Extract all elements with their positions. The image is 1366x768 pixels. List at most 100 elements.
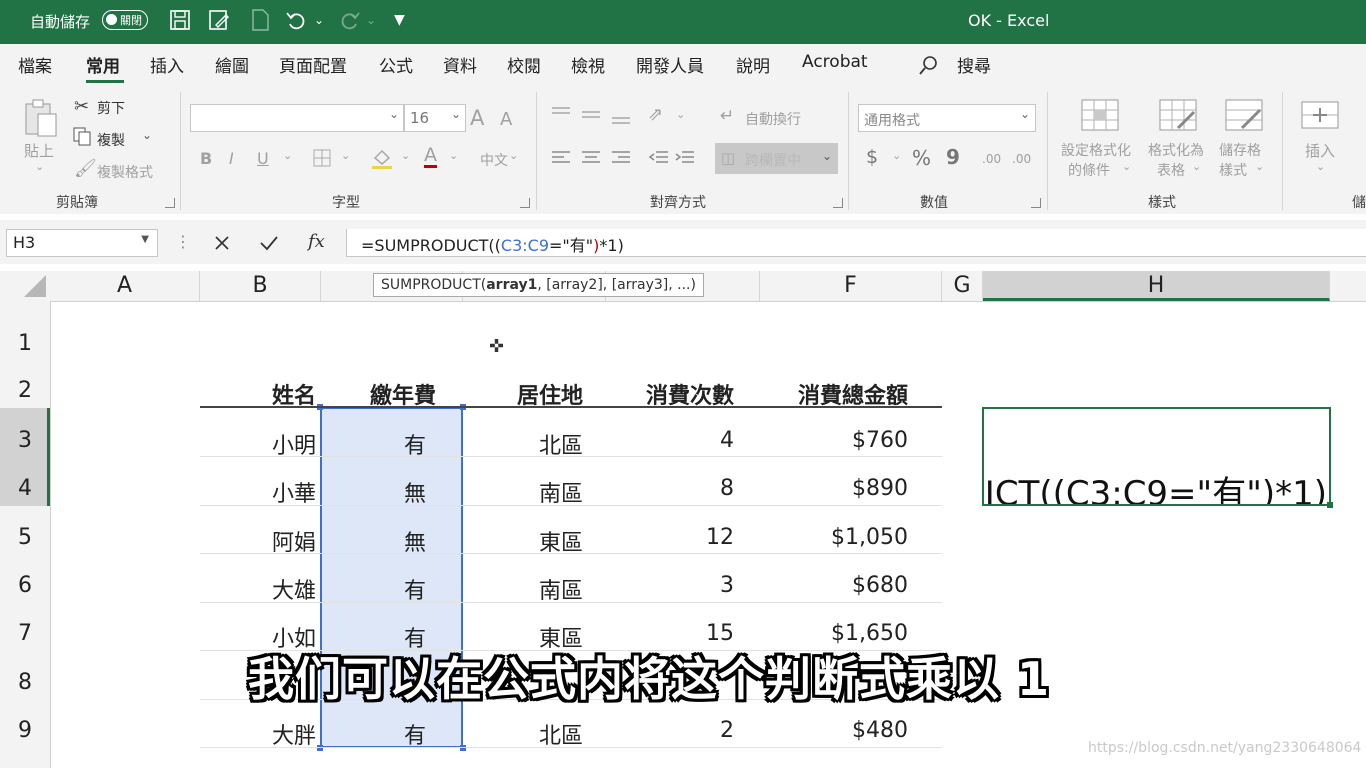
fill-handle[interactable]	[1327, 502, 1333, 508]
insert-cells-label[interactable]: 插入	[1305, 140, 1335, 161]
font-launcher-icon[interactable]	[520, 198, 530, 208]
tab-view[interactable]: 檢視	[571, 52, 605, 77]
conditional-chevron-icon[interactable]: ⌄	[1122, 160, 1131, 173]
align-top-icon[interactable]	[550, 104, 630, 132]
copy-label[interactable]: 複製	[97, 130, 125, 150]
name-box[interactable]: H3 ▼	[6, 229, 158, 257]
active-cell-h3[interactable]: JCT((C3:C9="有")*1)	[982, 407, 1331, 506]
cell-styles-chevron-icon[interactable]: ⌄	[1255, 160, 1264, 173]
borders-icon[interactable]	[312, 148, 332, 172]
insert-cells-chevron-icon[interactable]: ⌄	[1316, 160, 1325, 173]
format-as-table-icon[interactable]	[1158, 98, 1198, 136]
cell-total[interactable]: $890	[852, 476, 908, 501]
cut-icon[interactable]: ✂	[74, 96, 89, 117]
indent-icon[interactable]	[648, 148, 700, 174]
orientation-chevron-icon[interactable]: ⌄	[676, 108, 685, 121]
increase-decimal-button[interactable]: .00	[982, 152, 1001, 166]
decrease-decimal-button[interactable]: .00	[1012, 152, 1031, 166]
cell-region[interactable]: 南區	[539, 573, 583, 605]
cell-visits[interactable]: 2	[720, 718, 734, 743]
paste-dropdown-chevron-icon[interactable]: ⌄	[35, 160, 44, 173]
cell-region[interactable]: 北區	[539, 718, 583, 750]
cell-region[interactable]: 南區	[539, 476, 583, 508]
conditional-formatting-label-1[interactable]: 設定格式化	[1061, 140, 1131, 160]
select-all-corner[interactable]	[0, 271, 50, 301]
customize-toolbar-icon[interactable]: ▼	[394, 12, 405, 28]
orientation-icon[interactable]: ⇗	[648, 104, 663, 125]
cell-visits[interactable]: 12	[706, 525, 734, 550]
search-icon[interactable]	[918, 54, 940, 80]
row-header-2[interactable]: 2	[0, 378, 50, 403]
shrink-font-icon[interactable]: A	[500, 109, 512, 130]
row-header-9[interactable]: 9	[0, 718, 50, 743]
undo-dropdown-chevron-icon[interactable]: ⌄	[314, 13, 324, 27]
save-edit-icon[interactable]	[207, 9, 231, 33]
clipboard-launcher-icon[interactable]	[165, 198, 175, 208]
number-launcher-icon[interactable]	[1031, 198, 1041, 208]
format-as-table-chevron-icon[interactable]: ⌄	[1192, 160, 1201, 173]
enter-check-icon[interactable]	[259, 235, 279, 255]
column-header-h[interactable]: H	[983, 271, 1330, 301]
column-header-b[interactable]: B	[200, 271, 321, 301]
conditional-formatting-label-2[interactable]: 的條件	[1068, 160, 1110, 180]
cell-name[interactable]: 大雄	[272, 573, 316, 605]
currency-button[interactable]: $	[866, 146, 878, 168]
autosave-toggle[interactable]: 關閉	[102, 10, 148, 30]
function-argument-tooltip[interactable]: SUMPRODUCT(array1, [array2], [array3], .…	[373, 273, 704, 297]
alignment-launcher-icon[interactable]	[833, 198, 843, 208]
tab-help[interactable]: 說明	[736, 52, 770, 77]
cell-total[interactable]: $760	[852, 428, 908, 453]
tab-developer[interactable]: 開發人員	[636, 52, 704, 77]
fill-color-icon[interactable]	[370, 146, 394, 174]
cell-total[interactable]: $1,050	[831, 525, 908, 550]
font-color-chevron-icon[interactable]: ⌄	[449, 149, 458, 162]
format-painter-icon[interactable]: 🖌	[74, 158, 97, 179]
underline-chevron-icon[interactable]: ⌄	[283, 149, 292, 162]
cell-styles-label-2[interactable]: 樣式	[1219, 160, 1247, 180]
undo-icon[interactable]	[284, 9, 308, 33]
copy-dropdown-chevron-icon[interactable]: ⌄	[142, 128, 152, 142]
font-color-icon[interactable]: A	[424, 145, 437, 168]
tab-review[interactable]: 校閱	[507, 52, 541, 77]
format-as-table-label-1[interactable]: 格式化為	[1148, 140, 1204, 160]
percent-button[interactable]: %	[912, 146, 931, 170]
cell-fee[interactable]: 無	[404, 476, 426, 508]
row-header-8[interactable]: 8	[0, 670, 50, 695]
paste-icon[interactable]	[22, 98, 60, 142]
range-handle[interactable]	[460, 745, 466, 751]
merge-center-button[interactable]: ◫ 跨欄置中 ⌄	[715, 143, 838, 174]
paste-label[interactable]: 貼上	[24, 140, 54, 161]
cell-visits[interactable]: 4	[720, 428, 734, 453]
insert-cells-icon[interactable]	[1300, 98, 1340, 136]
borders-chevron-icon[interactable]: ⌄	[341, 149, 350, 162]
cell-name[interactable]: 小華	[272, 476, 316, 508]
column-header-f[interactable]: F	[760, 271, 942, 301]
cell-visits[interactable]: 8	[720, 476, 734, 501]
row-header-5[interactable]: 5	[0, 525, 50, 550]
cell-total[interactable]: $680	[852, 573, 908, 598]
cut-label[interactable]: 剪下	[97, 98, 125, 118]
row-header-1[interactable]: 1	[0, 331, 50, 356]
currency-chevron-icon[interactable]: ⌄	[892, 149, 901, 162]
cell-fee[interactable]: 有	[404, 573, 426, 605]
tab-data[interactable]: 資料	[443, 52, 477, 77]
cell-styles-icon[interactable]	[1224, 98, 1264, 136]
tab-formulas[interactable]: 公式	[379, 52, 413, 77]
bold-button[interactable]: B	[200, 149, 212, 168]
range-handle[interactable]	[317, 745, 323, 751]
cell-fee[interactable]: 有	[404, 718, 426, 750]
tab-page-layout[interactable]: 頁面配置	[279, 52, 347, 77]
font-name-select[interactable]: ⌄	[190, 104, 404, 132]
fill-color-chevron-icon[interactable]: ⌄	[401, 149, 410, 162]
cell-styles-label-1[interactable]: 儲存格	[1219, 140, 1261, 160]
row-header-6[interactable]: 6	[0, 573, 50, 598]
cell-visits[interactable]: 3	[720, 573, 734, 598]
tab-home[interactable]: 常用	[86, 52, 120, 77]
row-header-7[interactable]: 7	[0, 621, 50, 646]
tab-acrobat[interactable]: Acrobat	[802, 52, 868, 72]
font-size-select[interactable]: 16 ⌄	[404, 104, 466, 132]
column-header-g[interactable]: G	[942, 271, 983, 301]
insert-function-icon[interactable]: fx	[308, 231, 325, 252]
conditional-formatting-icon[interactable]	[1080, 98, 1120, 136]
cell-name[interactable]: 大胖	[272, 718, 316, 750]
